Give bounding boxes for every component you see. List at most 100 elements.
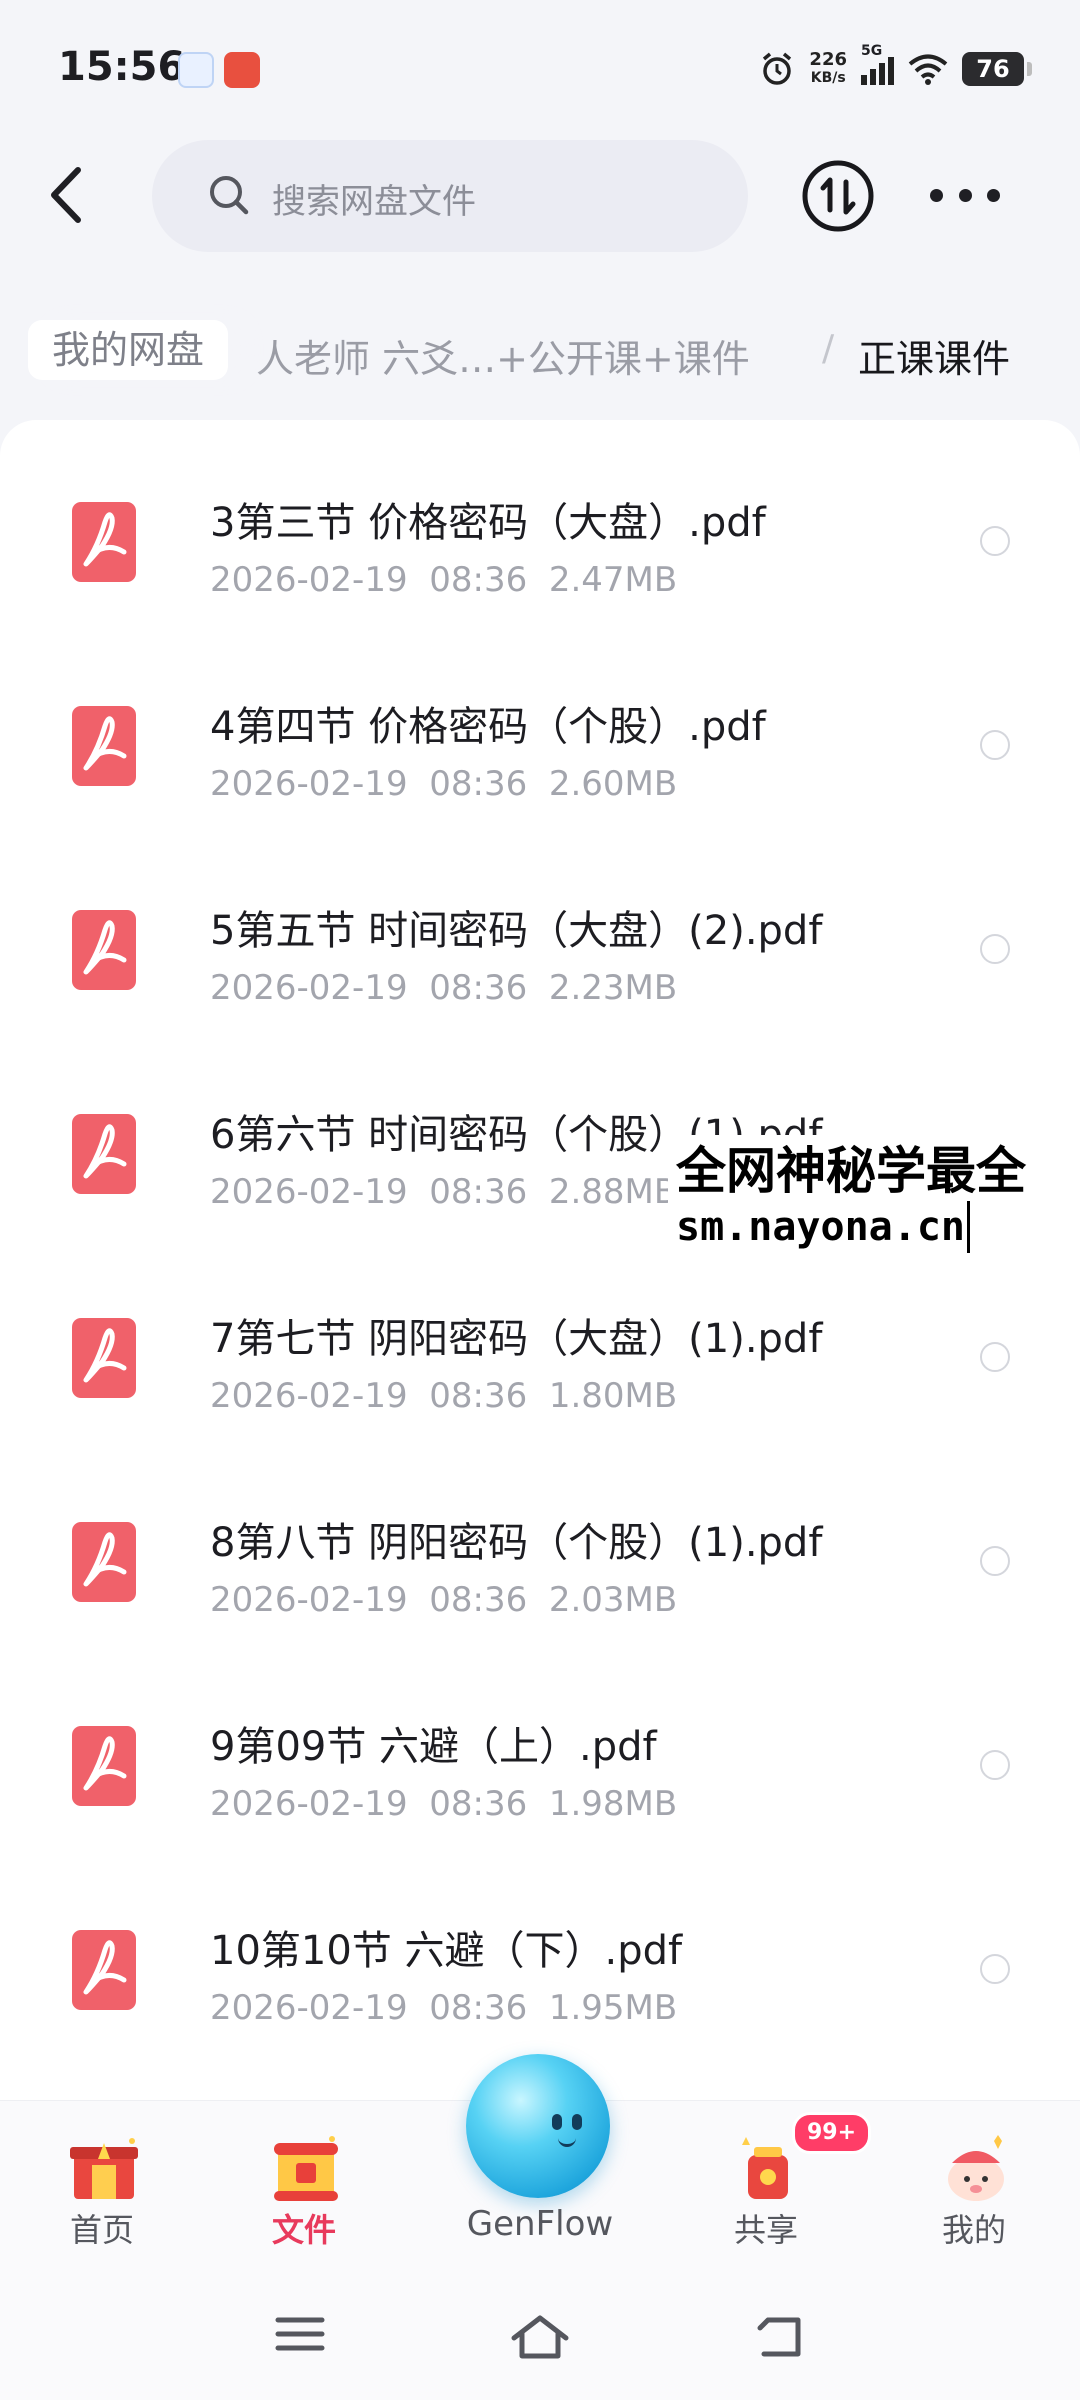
wifi-icon [908,54,948,85]
file-time: 08:36 [429,1784,528,1824]
pdf-file-icon [72,1726,136,1806]
genflow-eye-right [572,2114,582,2130]
alarm-icon [763,52,792,85]
file-time: 08:36 [429,1988,528,2028]
file-name: 10第10节 六避（下）.pdf [210,1928,683,1974]
mine-mascot-icon [948,2135,1004,2201]
more-options-button[interactable] [930,180,1000,210]
select-checkbox[interactable] [980,526,1010,556]
tab-mine[interactable]: 我的 [874,2101,1074,2281]
home-icon[interactable] [508,2314,572,2362]
file-time: 08:36 [429,1580,528,1620]
file-date: 2026-02-19 [210,764,408,804]
file-name: 3第三节 价格密码（大盘）.pdf [210,500,766,546]
tab-mine-label: 我的 [941,2211,1006,2249]
pdf-file-icon [72,502,136,582]
back-nav-icon[interactable] [754,2314,806,2358]
menu-icon[interactable] [274,2314,326,2354]
file-date: 2026-02-19 [210,968,408,1008]
breadcrumb-separator: / [822,328,835,369]
breadcrumb: 人老师 六爻…+公开课+课件 我的网盘 / 正课课件 [0,300,1080,400]
pdf-file-icon [72,1522,136,1602]
breadcrumb-middle[interactable]: 人老师 六爻…+公开课+课件 [256,328,750,383]
file-size: 1.95MB [548,1988,678,2028]
select-checkbox[interactable] [980,1342,1010,1372]
genflow-button[interactable] [466,2054,610,2198]
file-date: 2026-02-19 [210,1580,408,1620]
genflow-smile [558,2136,576,2147]
file-row[interactable]: 4第四节 价格密码（个股）.pdf 2026-02-19 08:36 2.60MB [0,636,1080,840]
file-size: 2.23MB [548,968,678,1008]
shopping-app-icon [224,52,260,88]
file-date: 2026-02-19 [210,1988,408,2028]
status-bar: 15:56 226 KB/s 5G 76 [0,0,1080,140]
tab-home[interactable]: 首页 [2,2101,202,2281]
file-size: 2.88MB [548,1172,678,1212]
file-name: 5第五节 时间密码（大盘）(2).pdf [210,908,823,954]
file-meta: 2026-02-19 08:36 2.03MB [210,1580,677,1620]
tab-genflow-label: GenFlow [466,2204,614,2244]
file-row[interactable]: 8第八节 阴阳密码（个股）(1).pdf 2026-02-19 08:36 2.0… [0,1452,1080,1656]
tab-files[interactable]: 文件 [204,2101,404,2281]
file-meta: 2026-02-19 08:36 2.88MB [210,1172,677,1212]
file-name: 8第八节 阴阳密码（个股）(1).pdf [210,1520,823,1566]
file-time: 08:36 [429,560,528,600]
search-input[interactable]: 搜索网盘文件 [152,140,748,252]
select-checkbox[interactable] [980,934,1010,964]
file-date: 2026-02-19 [210,1172,408,1212]
file-row[interactable]: 9第09节 六避（上）.pdf 2026-02-19 08:36 1.98MB [0,1656,1080,1860]
file-date: 2026-02-19 [210,1784,408,1824]
file-size: 2.60MB [548,764,678,804]
file-meta: 2026-02-19 08:36 1.95MB [210,1988,677,2028]
file-row[interactable]: 10第10节 六避（下）.pdf 2026-02-19 08:36 1.95MB [0,1860,1080,2064]
pdf-file-icon [72,1318,136,1398]
file-date: 2026-02-19 [210,560,408,600]
select-checkbox[interactable] [980,1546,1010,1576]
file-meta: 2026-02-19 08:36 2.60MB [210,764,677,804]
files-scroll-icon [274,2136,338,2201]
back-button[interactable] [40,160,100,230]
file-date: 2026-02-19 [210,1376,408,1416]
file-name: 4第四节 价格密码（个股）.pdf [210,704,766,750]
file-size: 1.98MB [548,1784,678,1824]
tab-home-label: 首页 [69,2211,134,2249]
search-placeholder: 搜索网盘文件 [272,182,476,222]
watermark-url: sm.nayona.cn [676,1201,970,1253]
breadcrumb-root[interactable]: 我的网盘 [28,320,229,380]
select-checkbox[interactable] [980,730,1010,760]
pdf-file-icon [72,1930,136,2010]
file-meta: 2026-02-19 08:36 2.47MB [210,560,677,600]
file-size: 2.47MB [548,560,678,600]
file-name: 9第09节 六避（上）.pdf [210,1724,657,1770]
cell-signal-icon: 5G [861,43,894,85]
select-checkbox[interactable] [980,1750,1010,1780]
file-meta: 2026-02-19 08:36 1.80MB [210,1376,677,1416]
file-name: 7第七节 阴阳密码（大盘）(1).pdf [210,1316,823,1362]
system-navigation-bar [0,2280,1080,2400]
battery-indicator: 76 [962,52,1032,86]
share-count-badge: 99+ [792,2112,872,2154]
pdf-file-icon [72,1114,136,1194]
select-checkbox[interactable] [980,1954,1010,1984]
file-time: 08:36 [429,968,528,1008]
pdf-file-icon [72,910,136,990]
search-icon [210,176,249,215]
status-time: 15:56 [58,44,186,90]
net-speed: 226 KB/s [809,49,847,87]
file-size: 1.80MB [548,1376,678,1416]
tab-share-label: 共享 [733,2211,798,2249]
file-list: 3第三节 价格密码（大盘）.pdf 2026-02-19 08:36 2.47MB… [0,420,1080,2100]
file-row[interactable]: 3第三节 价格密码（大盘）.pdf 2026-02-19 08:36 2.47MB [0,432,1080,636]
file-row[interactable]: 5第五节 时间密码（大盘）(2).pdf 2026-02-19 08:36 2.2… [0,840,1080,1044]
tab-files-label: 文件 [271,2211,336,2249]
file-row[interactable]: 7第七节 阴阳密码（大盘）(1).pdf 2026-02-19 08:36 1.8… [0,1248,1080,1452]
file-meta: 2026-02-19 08:36 2.23MB [210,968,677,1008]
watermark-text: 全网神秘学最全 [676,1142,1026,1200]
file-time: 08:36 [429,1376,528,1416]
breadcrumb-current: 正课课件 [858,337,1011,381]
home-gift-icon [70,2138,138,2199]
file-time: 08:36 [429,764,528,804]
transfer-button[interactable] [800,158,876,234]
file-time: 08:36 [429,1172,528,1212]
file-meta: 2026-02-19 08:36 1.98MB [210,1784,677,1824]
